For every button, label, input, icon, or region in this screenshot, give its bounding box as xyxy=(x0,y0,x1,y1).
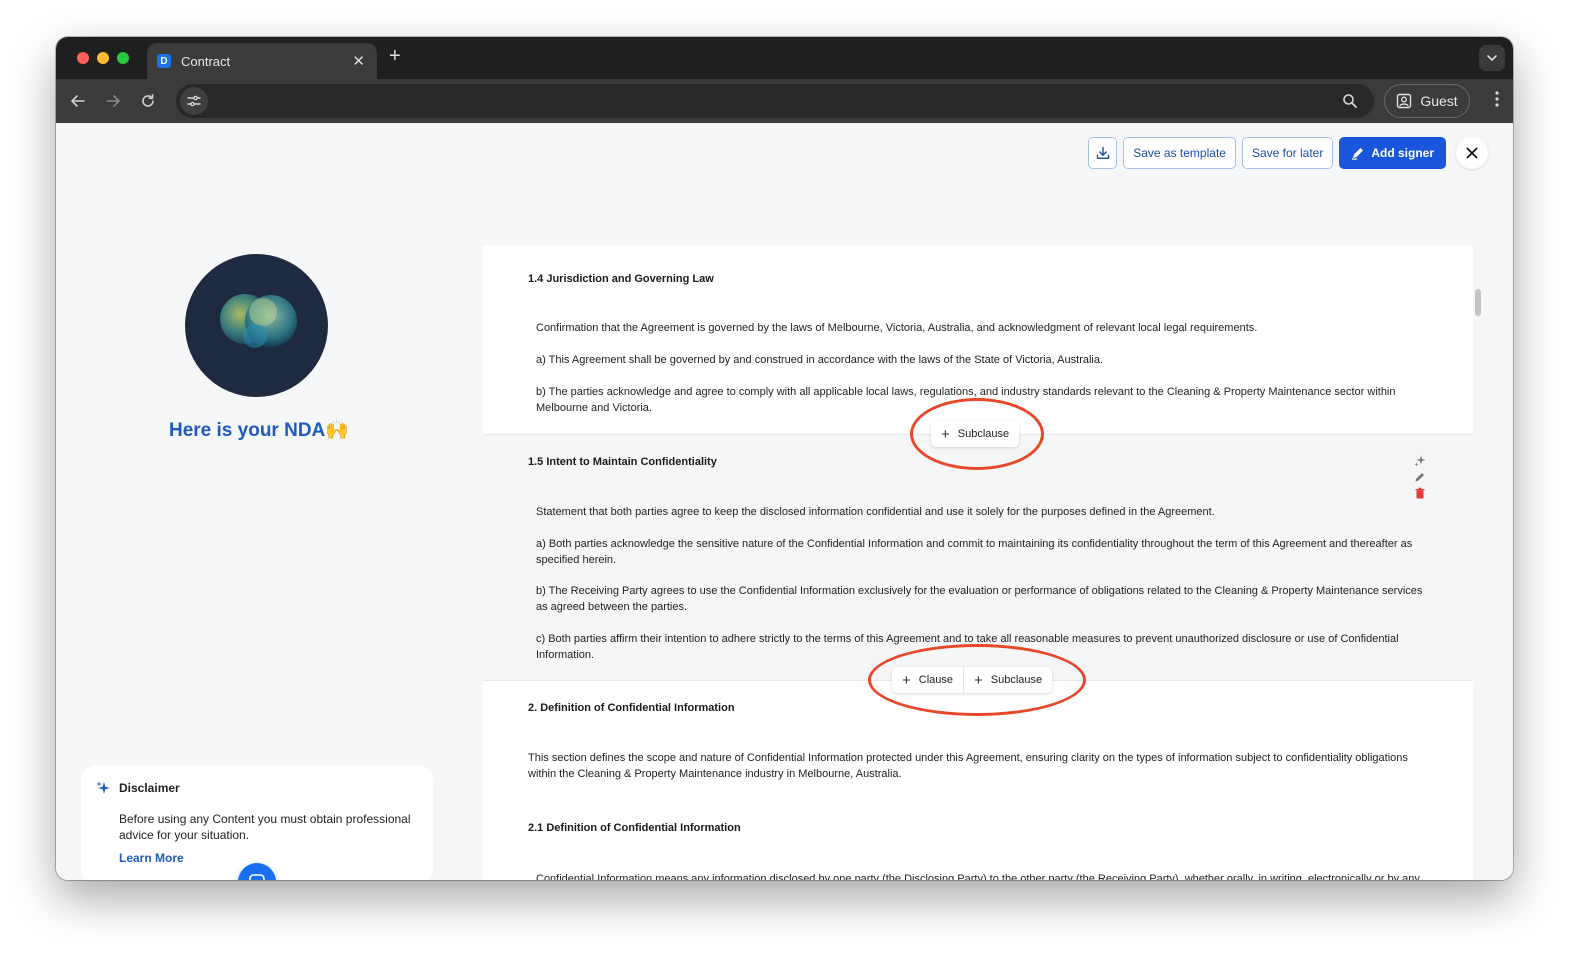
clause-heading: 1.4 Jurisdiction and Governing Law xyxy=(528,273,714,285)
tab-close-icon[interactable]: ✕ xyxy=(352,54,365,69)
close-window-button[interactable] xyxy=(77,52,89,64)
document-scrollbar[interactable] xyxy=(1472,246,1484,880)
minimize-window-button[interactable] xyxy=(97,52,109,64)
headline: Here is your NDA🙌 xyxy=(169,420,349,441)
guest-label: Guest xyxy=(1420,93,1458,109)
maximize-window-button[interactable] xyxy=(117,52,129,64)
save-template-button[interactable]: Save as template xyxy=(1123,137,1236,169)
more-menu-icon[interactable] xyxy=(1495,91,1499,112)
profile-icon xyxy=(1397,93,1412,109)
browser-tab[interactable]: D Contract ✕ xyxy=(147,43,377,79)
clause-tools xyxy=(1413,455,1427,499)
favicon-icon: D xyxy=(157,54,171,68)
reload-icon xyxy=(142,94,154,107)
search-icon[interactable] xyxy=(1340,91,1360,111)
address-bar[interactable] xyxy=(176,84,1374,118)
arrow-left-icon xyxy=(71,95,85,107)
ai-sparkle-icon[interactable] xyxy=(1414,455,1426,467)
arrow-right-icon xyxy=(106,95,120,107)
clause-2-1[interactable]: 2.1 Definition of Confidential Informati… xyxy=(483,801,1473,880)
title-bar: D Contract ✕ + xyxy=(56,37,1513,79)
contract-document: 1.4 Jurisdiction and Governing Law Confi… xyxy=(483,246,1473,880)
forward-button[interactable] xyxy=(101,89,125,113)
pencil-icon[interactable] xyxy=(1414,471,1426,483)
page-content: Save as template Save for later Add sign… xyxy=(56,123,1513,880)
download-button[interactable] xyxy=(1088,137,1118,169)
clause-paragraph: Confirmation that the Agreement is gover… xyxy=(536,322,1258,334)
assistant-avatar xyxy=(185,254,328,397)
disclaimer-title: Disclaimer xyxy=(119,781,180,795)
save-later-button[interactable]: Save for later xyxy=(1241,137,1334,169)
url-input[interactable] xyxy=(212,85,1332,117)
new-tab-icon[interactable]: + xyxy=(389,46,401,66)
back-button[interactable] xyxy=(66,89,90,113)
document-actions: Save as template Save for later Add sign… xyxy=(1088,137,1488,169)
clause-paragraph: a) This Agreement shall be governed by a… xyxy=(536,354,1104,366)
disclaimer-body: Before using any Content you must obtain… xyxy=(119,812,411,842)
close-button[interactable] xyxy=(1456,137,1488,169)
tab-title: Contract xyxy=(181,53,231,69)
reload-button[interactable] xyxy=(136,89,160,113)
clause-paragraph: a) Both parties acknowledge the sensitiv… xyxy=(536,538,1413,566)
annotation-circle xyxy=(868,644,1086,716)
learn-more-link[interactable]: Learn More xyxy=(119,851,184,865)
clause-paragraph: Statement that both parties agree to kee… xyxy=(536,506,1215,518)
chevron-down-icon xyxy=(1487,55,1497,62)
add-signer-label: Add signer xyxy=(1371,146,1434,160)
chat-icon xyxy=(249,874,265,880)
scrollbar-thumb[interactable] xyxy=(1475,289,1481,316)
clause-paragraph: Confidential Information means any infor… xyxy=(536,873,1420,880)
close-icon xyxy=(1466,147,1478,159)
tab-search-button[interactable] xyxy=(1479,45,1505,71)
site-info-button[interactable] xyxy=(180,87,208,115)
browser-toolbar: Guest xyxy=(56,79,1513,123)
clause-heading: 1.5 Intent to Maintain Confidentiality xyxy=(528,456,717,468)
annotation-circle xyxy=(910,398,1044,470)
trash-icon[interactable] xyxy=(1414,487,1426,499)
guest-profile-button[interactable]: Guest xyxy=(1384,84,1470,118)
sign-pen-icon xyxy=(1352,148,1364,160)
sparkle-icon xyxy=(96,781,110,794)
download-icon xyxy=(1096,146,1109,159)
add-signer-button[interactable]: Add signer xyxy=(1339,137,1446,169)
clause-paragraph: b) The Receiving Party agrees to use the… xyxy=(536,585,1423,613)
browser-window: D Contract ✕ + Guest Save as template Sa… xyxy=(56,37,1513,880)
clause-heading: 2. Definition of Confidential Informatio… xyxy=(528,702,735,714)
clause-paragraph: This section defines the scope and natur… xyxy=(528,752,1408,780)
tune-icon xyxy=(187,95,201,107)
clause-heading: 2.1 Definition of Confidential Informati… xyxy=(528,822,741,834)
